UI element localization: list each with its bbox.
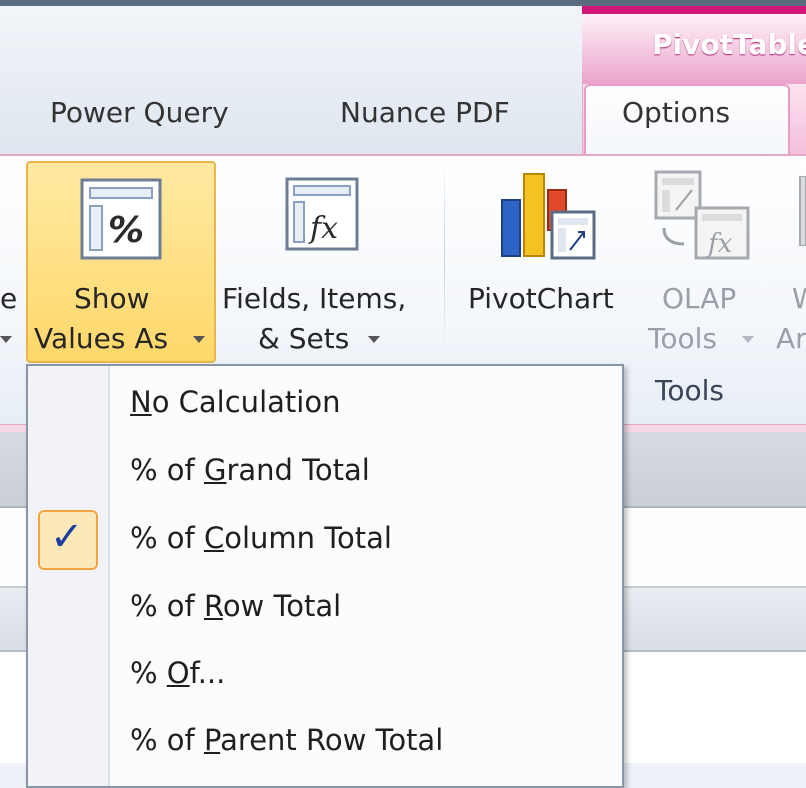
svg-text:%: % xyxy=(108,210,144,251)
percent-values-icon: % xyxy=(80,178,162,260)
show-values-as-label-1[interactable]: Show xyxy=(74,282,150,315)
show-values-as-label-2[interactable]: Values As xyxy=(34,322,168,355)
fields-items-sets-label-2[interactable]: & Sets xyxy=(258,322,349,355)
fields-items-sets-icon[interactable]: fx xyxy=(284,176,360,252)
pivotchart-icon[interactable] xyxy=(498,168,598,264)
partial-button-label-1: W xyxy=(792,282,806,315)
svg-text:fx: fx xyxy=(308,211,338,246)
checked-indicator: ✓ xyxy=(38,510,98,570)
olap-tools-label-2: Tools xyxy=(648,322,717,355)
menu-item-percent-of[interactable]: % Of... xyxy=(130,656,225,690)
tab-power-query[interactable]: Power Query xyxy=(50,96,229,129)
chevron-down-icon[interactable] xyxy=(193,336,205,343)
svg-text:fx: fx xyxy=(706,229,733,259)
group-label-tools: Tools xyxy=(655,374,724,407)
olap-tools-label-1: OLAP xyxy=(662,282,737,315)
olap-tools-icon: fx xyxy=(654,170,750,260)
pivotchart-label[interactable]: PivotChart xyxy=(468,282,614,315)
chevron-down-icon xyxy=(742,336,754,343)
tab-options-label[interactable]: Options xyxy=(622,96,730,129)
contextual-tab-label: PivotTable xyxy=(652,28,806,61)
partial-button-label-2: Ar xyxy=(776,322,806,355)
partial-icon xyxy=(799,176,806,246)
menu-item-percent-grand-total[interactable]: % of Grand Total xyxy=(130,453,370,487)
fields-items-sets-label-1[interactable]: Fields, Items, xyxy=(222,282,406,315)
chevron-down-icon[interactable] xyxy=(0,336,12,343)
tab-nuance-pdf[interactable]: Nuance PDF xyxy=(340,96,510,129)
checkmark-icon: ✓ xyxy=(50,514,84,560)
chevron-down-icon[interactable] xyxy=(368,336,380,343)
menu-item-percent-row-total[interactable]: % of Row Total xyxy=(130,589,341,623)
partial-button-label[interactable]: e xyxy=(0,282,17,315)
menu-item-percent-column-total[interactable]: % of Column Total xyxy=(130,521,392,555)
group-separator xyxy=(444,166,445,356)
menu-item-percent-parent-row-total[interactable]: % of Parent Row Total xyxy=(130,723,443,757)
menu-item-no-calculation[interactable]: No Calculation xyxy=(130,385,340,419)
menu-icon-gutter xyxy=(28,366,110,786)
